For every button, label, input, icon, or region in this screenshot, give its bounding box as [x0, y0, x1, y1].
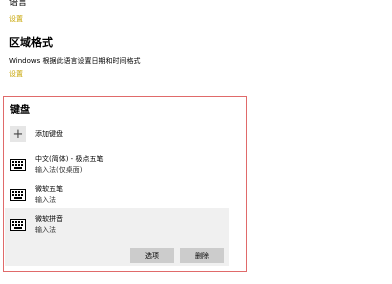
add-keyboard-label: 添加键盘	[35, 130, 63, 138]
keyboard-item-microsoft-wubi[interactable]: 微软五笔 输入法	[10, 184, 63, 205]
keyboard-section-title: 键盘	[10, 105, 30, 116]
options-button[interactable]: 选项	[130, 248, 174, 263]
keyboard-icon	[10, 158, 26, 171]
add-keyboard-button[interactable]: + 添加键盘	[10, 124, 63, 144]
delete-button[interactable]: 删除	[180, 248, 224, 263]
regional-format-title: 区域格式	[9, 36, 53, 49]
keyboard-item-name: 微软拼音	[35, 215, 63, 223]
keyboard-item-name: 中文(简体) - 极点五笔	[35, 155, 104, 163]
keyboard-icon	[10, 218, 26, 231]
keyboard-item-type: 输入法	[35, 226, 56, 234]
keyboard-item-name: 微软五笔	[35, 185, 63, 193]
keyboard-item-type: 输入法	[35, 196, 56, 204]
keyboard-item-microsoft-pinyin[interactable]: 微软拼音 输入法	[10, 214, 63, 235]
regional-settings-link[interactable]: 设置	[9, 69, 23, 79]
language-section-title: 语言	[9, 0, 28, 8]
keyboard-item-type: 输入法(仅桌面)	[35, 166, 83, 174]
plus-icon: +	[10, 126, 26, 142]
keyboard-icon	[10, 188, 26, 201]
regional-format-description: Windows 根据此语言设置日期和时间格式	[9, 57, 141, 65]
language-settings-link[interactable]: 设置	[9, 14, 23, 24]
keyboard-item-jidian-wubi[interactable]: 中文(简体) - 极点五笔 输入法(仅桌面)	[10, 154, 103, 175]
